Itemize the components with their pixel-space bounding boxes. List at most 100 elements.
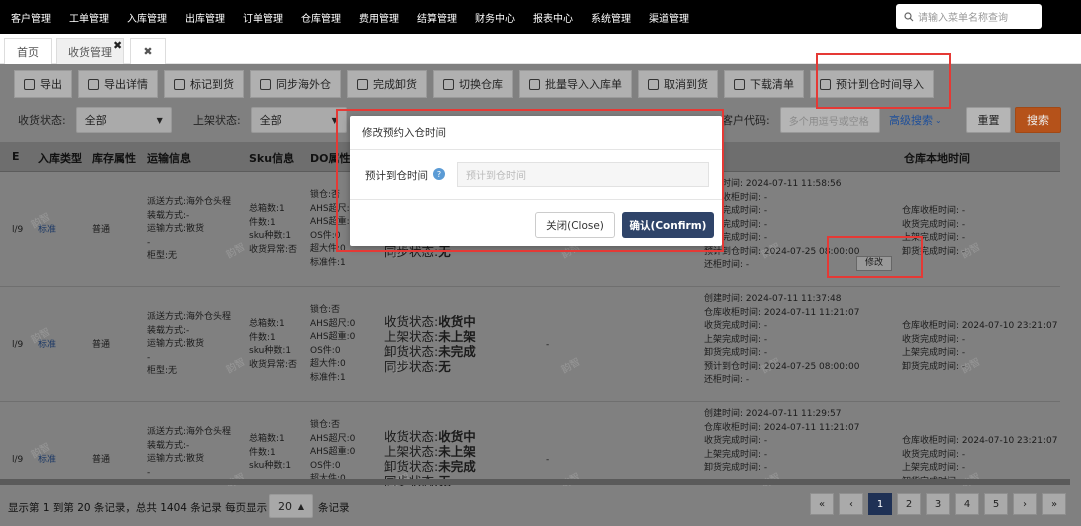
receive-status-value: 全部 bbox=[84, 114, 107, 127]
do-line: 锁仓:否 bbox=[310, 305, 341, 315]
status-label: 卸货状态: bbox=[384, 344, 439, 359]
local-time-line: 上架完成时间: - bbox=[902, 463, 966, 473]
status-line: 卸货状态:未完成 bbox=[384, 459, 476, 474]
do-line: AHS超尺:0 bbox=[310, 318, 356, 329]
status-line: 收货状态:收货中 bbox=[384, 314, 476, 329]
status-line: 收货状态:收货中 bbox=[384, 429, 476, 444]
transport-line: 柜型:无 bbox=[147, 366, 178, 376]
status-label: 同步状态: bbox=[384, 359, 439, 374]
page-size-select[interactable]: 20 ▲ bbox=[269, 494, 313, 518]
row-type-link[interactable]: 标准 bbox=[38, 339, 56, 353]
sku-line: 总箱数:1 bbox=[249, 434, 285, 444]
edit-arrival-button[interactable]: 修改 bbox=[856, 256, 893, 271]
page-button-3[interactable]: 2 bbox=[897, 493, 921, 515]
toolbar-button-label: 下载清单 bbox=[750, 78, 794, 91]
page-button-0[interactable]: « bbox=[810, 493, 834, 515]
page-button-4[interactable]: 3 bbox=[926, 493, 950, 515]
nav-item-9[interactable]: 报表中心 bbox=[524, 10, 582, 25]
receive-status-label: 收货状态: bbox=[18, 114, 66, 127]
toolbar-button-label: 完成卸货 bbox=[373, 78, 417, 91]
nav-item-6[interactable]: 费用管理 bbox=[350, 10, 408, 25]
toolbar-button-6[interactable]: 批量导入入库单 bbox=[519, 70, 632, 98]
col-header-transport: 运输信息 bbox=[147, 152, 191, 165]
search-button-wrap: 搜索 bbox=[1015, 106, 1061, 134]
time-line: 仓库收柜时间: 2024-07-11 11:21:07 bbox=[704, 422, 860, 433]
page-button-5[interactable]: 4 bbox=[955, 493, 979, 515]
help-icon[interactable]: ? bbox=[433, 168, 445, 180]
toolbar-icon bbox=[734, 78, 745, 90]
tab-home[interactable]: 首页 bbox=[4, 38, 52, 64]
time-line: 创建时间: 2024-07-11 11:29:57 bbox=[704, 409, 842, 419]
page-button-7[interactable]: › bbox=[1013, 493, 1037, 515]
nav-item-10[interactable]: 系统管理 bbox=[582, 10, 640, 25]
row-type-link[interactable]: 标准 bbox=[38, 224, 56, 238]
dialog-confirm-button[interactable]: 确认(Confirm) bbox=[622, 212, 714, 238]
page-button-1[interactable]: ‹ bbox=[839, 493, 863, 515]
transport-line: 运输方式:散货 bbox=[147, 454, 205, 464]
time-line: 还柜时间: - bbox=[704, 375, 750, 385]
local-time-line: 仓库收柜时间: 2024-07-10 23:21:07 bbox=[902, 321, 1058, 331]
toolbar-button-3[interactable]: 同步海外仓 bbox=[250, 70, 341, 98]
dialog-close-button[interactable]: 关闭(Close) bbox=[535, 212, 615, 238]
toolbar-icon bbox=[529, 78, 540, 90]
nav-item-0[interactable]: 客户管理 bbox=[2, 10, 60, 25]
row-type-link[interactable]: 标准 bbox=[38, 454, 56, 468]
page-button-8[interactable]: » bbox=[1042, 493, 1066, 515]
sku-line: 收货异常:否 bbox=[249, 244, 298, 255]
nav-item-1[interactable]: 工单管理 bbox=[60, 10, 118, 25]
pagination-summary: 显示第 1 到第 20 条记录，总共 1404 条记录 每页显示 bbox=[8, 502, 268, 514]
toolbar-button-7[interactable]: 取消到货 bbox=[638, 70, 718, 98]
tab-close-icon[interactable]: ✖ bbox=[113, 39, 122, 52]
dialog-confirm-label: 确认(Confirm) bbox=[629, 219, 707, 232]
receive-status-select[interactable]: 全部 ▼ bbox=[75, 107, 172, 133]
arrival-time-input[interactable]: 预计到仓时间 bbox=[457, 162, 709, 187]
pagination-bar: 显示第 1 到第 20 条记录，总共 1404 条记录 每页显示 20 ▲ 条记录… bbox=[0, 486, 1081, 526]
local-time-line: 仓库收柜时间: - bbox=[902, 206, 966, 216]
row-attr: 普通 bbox=[92, 455, 111, 465]
close-all-tabs-button[interactable]: ✖ bbox=[130, 38, 166, 64]
do-line: OS件:0 bbox=[310, 230, 341, 241]
reset-button[interactable]: 重置 bbox=[966, 107, 1011, 133]
nav-item-3[interactable]: 出库管理 bbox=[176, 10, 234, 25]
local-time-line: 收货完成时间: - bbox=[902, 334, 966, 345]
toolbar-button-5[interactable]: 切换仓库 bbox=[433, 70, 513, 98]
toolbar-button-2[interactable]: 标记到货 bbox=[164, 70, 244, 98]
time-line: 卸货完成时间: - bbox=[704, 348, 768, 358]
status-label: 上架状态: bbox=[384, 444, 439, 459]
toolbar-button-8[interactable]: 下载清单 bbox=[724, 70, 804, 98]
receive-status-filter: 收货状态: 全部 ▼ bbox=[18, 106, 172, 134]
status-label: 收货状态: bbox=[384, 314, 439, 329]
menu-search-input[interactable]: 请输入菜单名称查询 bbox=[896, 4, 1042, 29]
customer-code-input[interactable]: 多个用逗号或空格 bbox=[779, 107, 880, 133]
shelf-status-select[interactable]: 全部 ▼ bbox=[250, 107, 347, 133]
nav-item-5[interactable]: 仓库管理 bbox=[292, 10, 350, 25]
nav-item-2[interactable]: 入库管理 bbox=[118, 10, 176, 25]
page-size-suffix: 条记录 bbox=[318, 502, 350, 514]
status-value: 收货中 bbox=[438, 429, 476, 444]
horizontal-scrollbar[interactable] bbox=[0, 479, 1070, 485]
search-button[interactable]: 搜索 bbox=[1015, 107, 1061, 133]
nav-item-8[interactable]: 财务中心 bbox=[466, 10, 524, 25]
row-attr: 普通 bbox=[92, 225, 111, 235]
toolbar-button-label: 取消到货 bbox=[664, 78, 708, 91]
local-time-line: 收货完成时间: - bbox=[902, 219, 966, 230]
page-button-6[interactable]: 5 bbox=[984, 493, 1008, 515]
nav-item-7[interactable]: 结算管理 bbox=[408, 10, 466, 25]
transport-line: 装载方式:- bbox=[147, 210, 190, 221]
nav-item-11[interactable]: 渠道管理 bbox=[640, 10, 698, 25]
advanced-search-link[interactable]: 高级搜索 ⌄ bbox=[889, 106, 942, 134]
status-line: 卸货状态:未完成 bbox=[384, 344, 476, 359]
status-value: 未上架 bbox=[438, 444, 476, 459]
local-time-line: 卸货完成时间: - bbox=[902, 361, 966, 372]
toolbar-button-label: 预计到仓时间导入 bbox=[836, 78, 924, 91]
toolbar-button-0[interactable]: 导出 bbox=[14, 70, 72, 98]
toolbar-icon bbox=[357, 78, 368, 90]
toolbar-button-9[interactable]: 预计到仓时间导入 bbox=[810, 70, 934, 98]
nav-item-4[interactable]: 订单管理 bbox=[234, 10, 292, 25]
toolbar-button-1[interactable]: 导出详情 bbox=[78, 70, 158, 98]
toolbar-button-4[interactable]: 完成卸货 bbox=[347, 70, 427, 98]
page-button-2[interactable]: 1 bbox=[868, 493, 892, 515]
caret-down-icon: ▼ bbox=[156, 115, 163, 125]
caret-up-icon: ▲ bbox=[297, 501, 304, 511]
time-line: 预计到仓时间: 2024-07-25 08:00:00 bbox=[704, 361, 860, 372]
